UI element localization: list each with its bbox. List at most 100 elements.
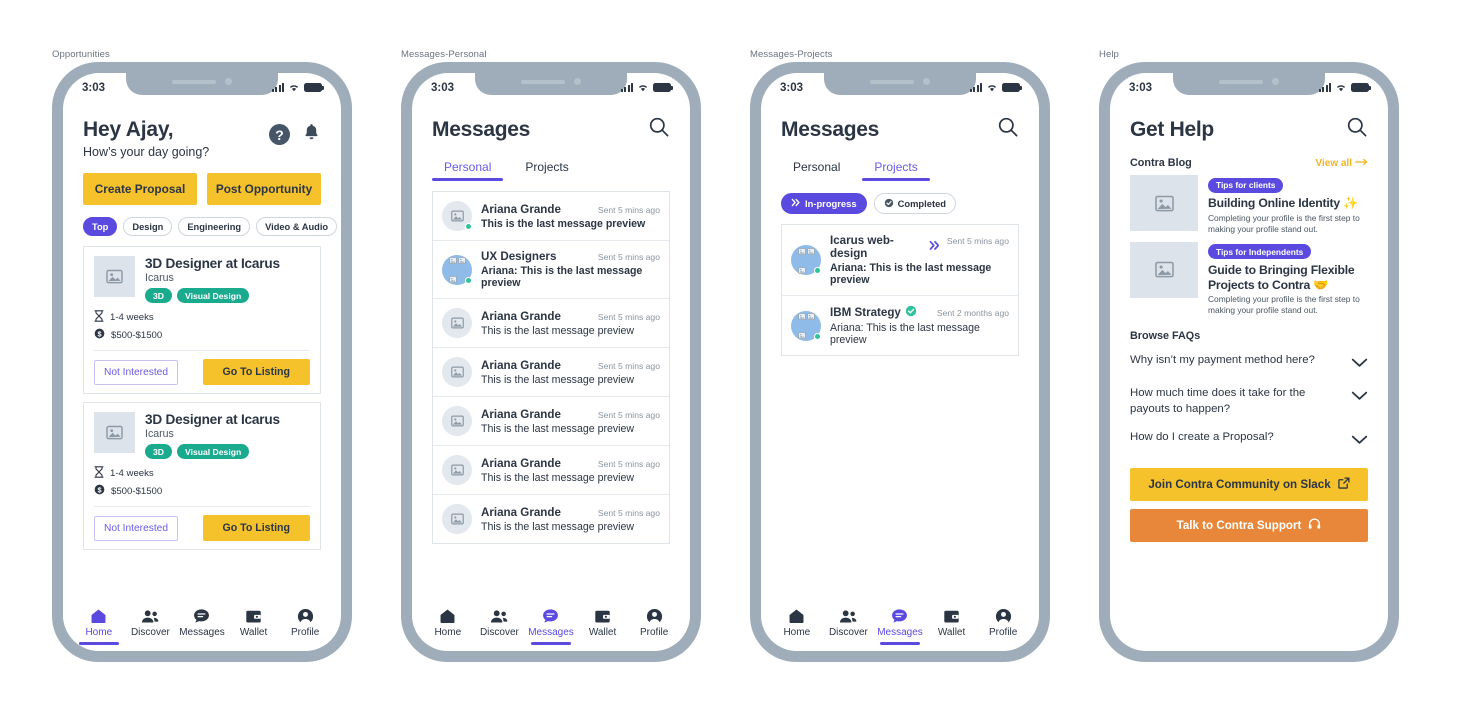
opportunity-title: 3D Designer at Icarus — [145, 412, 280, 427]
conversation-row[interactable]: Ariana Grande Sent 5 mins ago This is th… — [433, 495, 669, 543]
go-to-listing-button[interactable]: Go To Listing — [202, 515, 310, 541]
check-circle-icon — [905, 305, 917, 320]
search-icon[interactable] — [1346, 116, 1368, 143]
chip-video-audio[interactable]: Video & Audio — [256, 217, 338, 236]
nav-label-profile: Profile — [639, 627, 669, 638]
faq-item[interactable]: Why isn’t my payment method here? — [1130, 344, 1368, 377]
page-title: Hey Ajay, — [83, 118, 174, 141]
check-circle-icon — [884, 198, 894, 210]
nav-item-messages[interactable]: Messages — [176, 607, 228, 643]
chevron-down-icon[interactable] — [1351, 355, 1368, 373]
opportunity-card[interactable]: 3D Designer at Icarus Icarus 3D Visual D… — [83, 246, 321, 394]
chat-bubble-icon — [542, 607, 559, 625]
nav-item-profile[interactable]: Profile — [977, 607, 1029, 643]
nav-item-profile[interactable]: Profile — [279, 607, 331, 643]
faq-item[interactable]: How much time does it take for the payou… — [1130, 377, 1368, 421]
faq-item[interactable]: How do I create a Proposal? — [1130, 421, 1368, 454]
status-icons — [621, 83, 674, 92]
nav-label-profile: Profile — [988, 627, 1018, 638]
opportunity-meta: 1-4 weeks $ $500-$1500 — [94, 466, 310, 498]
go-to-listing-button[interactable]: Go To Listing — [202, 359, 310, 385]
conversation-name: Ariana Grande — [481, 358, 561, 372]
status-time: 3:03 — [431, 81, 455, 94]
opportunity-list: 3D Designer at Icarus Icarus 3D Visual D… — [63, 236, 341, 550]
nav-item-messages[interactable]: Messages — [525, 607, 577, 643]
post-opportunity-button[interactable]: Post Opportunity — [207, 173, 321, 205]
status-bar: 3:03 — [412, 73, 690, 100]
tab-projects[interactable]: Projects — [513, 155, 580, 181]
tab-personal[interactable]: Personal — [781, 155, 852, 181]
conversation-time: Sent 5 mins ago — [597, 360, 660, 371]
chip-top[interactable]: Top — [83, 217, 118, 236]
nav-item-discover[interactable]: Discover — [823, 607, 875, 643]
conversation-row[interactable]: UX Designers Sent 5 mins ago Ariana: Thi… — [433, 241, 669, 299]
battery-full-icon — [304, 83, 325, 92]
filter-completed[interactable]: Completed — [873, 193, 957, 214]
nav-item-home[interactable]: Home — [771, 607, 823, 643]
status-time: 3:03 — [1129, 81, 1153, 94]
nav-item-messages[interactable]: Messages — [874, 607, 926, 643]
conversation-row[interactable]: Ariana Grande Sent 5 mins ago This is th… — [433, 348, 669, 397]
blog-section-label: Contra Blog — [1130, 157, 1192, 169]
chevron-down-icon[interactable] — [1351, 388, 1368, 406]
not-interested-button[interactable]: Not Interested — [94, 515, 178, 541]
conversation-time: Sent 2 months ago — [936, 308, 1009, 318]
external-link-icon — [1337, 477, 1350, 492]
nav-label-wallet: Wallet — [937, 627, 966, 638]
nav-item-wallet[interactable]: Wallet — [228, 607, 280, 643]
nav-item-home[interactable]: Home — [422, 607, 474, 643]
not-interested-button[interactable]: Not Interested — [94, 359, 178, 385]
nav-item-profile[interactable]: Profile — [628, 607, 680, 643]
bottom-nav: Home Discover Messages Wallet Profile — [761, 603, 1039, 651]
tab-projects[interactable]: Projects — [862, 155, 931, 181]
nav-item-discover[interactable]: Discover — [474, 607, 526, 643]
home-header: Hey Ajay, How’s your day going? ? — [63, 100, 341, 159]
avatar — [442, 455, 472, 485]
contact-support-button[interactable]: Talk to Contra Support — [1130, 509, 1368, 543]
tag-visual-design: Visual Design — [177, 444, 250, 459]
conversation-row[interactable]: Ariana Grande Sent 5 mins ago This is th… — [433, 192, 669, 241]
nav-item-home[interactable]: Home — [73, 607, 125, 643]
screen-messages-projects: 3:03 Messages Personal Projects In-progr… — [761, 73, 1039, 651]
notification-bell-icon[interactable] — [302, 122, 321, 147]
cellular-bars-icon — [272, 83, 284, 92]
opportunity-info: 3D Designer at Icarus Icarus 3D Visual D… — [145, 256, 280, 303]
image-placeholder-icon — [797, 261, 806, 279]
conversation-row[interactable]: Ariana Grande Sent 5 mins ago This is th… — [433, 397, 669, 446]
opportunity-card[interactable]: 3D Designer at Icarus Icarus 3D Visual D… — [83, 402, 321, 550]
chip-engineering[interactable]: Engineering — [178, 217, 251, 236]
budget-text: $500-$1500 — [111, 485, 163, 497]
view-all-link[interactable]: View all — [1315, 158, 1368, 169]
filter-in-progress[interactable]: In-progress — [781, 193, 867, 214]
duration-text: 1-4 weeks — [110, 468, 154, 479]
blog-post[interactable]: Tips for clients Building Online Identit… — [1130, 175, 1368, 235]
search-icon[interactable] — [648, 116, 670, 143]
conversation-time: Sent 5 mins ago — [946, 236, 1009, 246]
search-icon[interactable] — [997, 116, 1019, 143]
nav-item-wallet[interactable]: Wallet — [926, 607, 978, 643]
tab-personal[interactable]: Personal — [432, 155, 504, 181]
create-proposal-button[interactable]: Create Proposal — [83, 173, 197, 205]
blog-post[interactable]: Tips for Independents Guide to Bringing … — [1130, 241, 1368, 317]
chevron-down-icon[interactable] — [1351, 432, 1368, 450]
greeting-block: Hey Ajay, How’s your day going? — [83, 118, 209, 159]
conversation-row[interactable]: Icarus web-design Sent 5 mins ago Ariana… — [782, 225, 1018, 296]
frame-label-opportunities: Opportunities — [52, 49, 110, 60]
nav-item-wallet[interactable]: Wallet — [577, 607, 629, 643]
nav-item-discover[interactable]: Discover — [125, 607, 177, 643]
nav-label-messages: Messages — [528, 627, 574, 638]
blog-title: Guide to Bringing Flexible Projects to C… — [1208, 262, 1355, 292]
page-title: Messages — [781, 117, 879, 141]
blog-post-body: Tips for Independents Guide to Bringing … — [1208, 242, 1368, 317]
conversation-row[interactable]: Ariana Grande Sent 5 mins ago This is th… — [433, 299, 669, 348]
conversation-row[interactable]: IBM Strategy Sent 2 months ago Ariana: T… — [782, 296, 1018, 355]
conversation-row[interactable]: Ariana Grande Sent 5 mins ago This is th… — [433, 446, 669, 495]
nav-label-home: Home — [783, 627, 811, 638]
status-time: 3:03 — [82, 81, 106, 94]
opportunities-body: Hey Ajay, How’s your day going? ? Create… — [63, 100, 341, 651]
join-slack-button[interactable]: Join Contra Community on Slack — [1130, 468, 1368, 502]
question-mark-circle-icon[interactable]: ? — [269, 124, 290, 145]
cta-row: Create Proposal Post Opportunity — [63, 159, 341, 205]
chip-design[interactable]: Design — [123, 217, 173, 236]
online-status-dot — [465, 223, 472, 230]
